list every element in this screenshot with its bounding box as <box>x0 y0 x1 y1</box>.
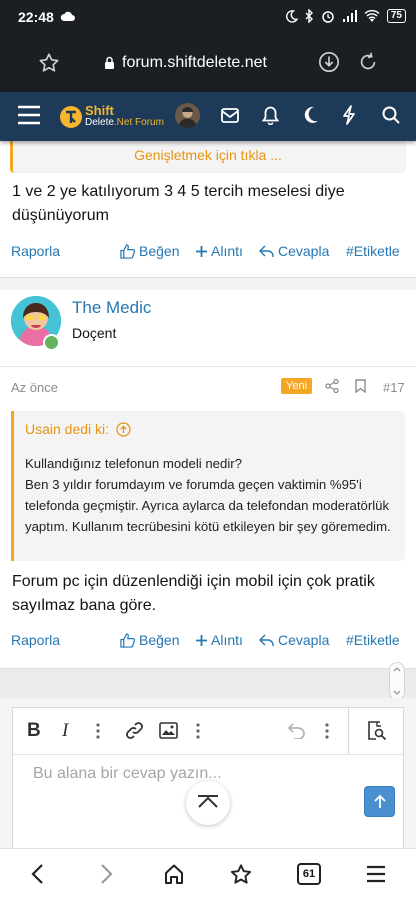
more-tools-icon[interactable] <box>325 723 329 739</box>
reply-button[interactable]: Cevapla <box>259 243 329 259</box>
home-icon[interactable] <box>163 863 185 885</box>
signal-icon <box>342 9 357 23</box>
search-icon[interactable] <box>382 106 400 124</box>
browser-url-bar: forum.shiftdelete.net <box>0 34 416 92</box>
user-avatar[interactable] <box>175 103 200 128</box>
thumbs-up-icon <box>120 243 135 259</box>
post-author-title: Doçent <box>72 325 117 341</box>
post-body: Forum pc için düzenlendiği için mobil iç… <box>12 573 375 614</box>
previous-post-body: 1 ve 2 ye katılıyorum 3 4 5 tercih mesel… <box>12 183 345 224</box>
scroll-nav-button[interactable] <box>389 662 405 700</box>
preview-toggle[interactable] <box>348 707 404 755</box>
plus-icon <box>196 245 207 257</box>
back-icon[interactable] <box>30 863 44 885</box>
expand-quote-link[interactable]: Genişletmek için tıkla ... <box>0 147 416 163</box>
shiftdelete-logo-icon[interactable] <box>60 106 82 128</box>
dark-mode-icon[interactable] <box>302 106 319 124</box>
cloud-icon <box>60 11 75 22</box>
chevron-up-icon <box>198 795 218 808</box>
logo-subtext: Delete.Net Forum <box>85 117 164 128</box>
reply-icon <box>259 634 274 646</box>
logo-text: Shift <box>85 103 114 118</box>
report-link[interactable]: Raporla <box>11 632 60 648</box>
tag-button[interactable]: #Etiketle <box>346 632 400 648</box>
browser-bottom-nav: 61 <box>0 848 416 900</box>
lock-icon <box>104 56 115 70</box>
reload-icon[interactable] <box>357 51 379 73</box>
post-author-name[interactable]: The Medic <box>72 298 151 318</box>
wifi-icon <box>364 9 380 23</box>
browser-menu-icon[interactable] <box>366 865 386 883</box>
status-bar: 22:48 75 <box>0 0 416 34</box>
bluetooth-icon <box>305 9 314 23</box>
more-insert-icon[interactable] <box>196 723 200 739</box>
status-icons: 75 <box>285 9 406 23</box>
post-separator <box>0 277 416 291</box>
quote-author[interactable]: Usain dedi ki: <box>25 421 131 437</box>
whats-new-icon[interactable] <box>342 105 356 125</box>
post-number[interactable]: #17 <box>383 380 405 395</box>
undo-icon[interactable] <box>287 722 306 739</box>
reply-icon <box>259 245 274 257</box>
address-field[interactable]: forum.shiftdelete.net <box>104 54 267 72</box>
favorites-icon[interactable] <box>229 863 253 886</box>
image-icon[interactable] <box>159 722 178 739</box>
previous-post-actions: Raporla Beğen Alıntı Cevapla #Etiketle <box>0 243 416 263</box>
quote-button[interactable]: Alıntı <box>196 632 243 648</box>
editor-toolbar <box>12 707 404 755</box>
bookmark-icon[interactable] <box>355 379 366 393</box>
more-options-icon[interactable] <box>96 723 100 739</box>
arrow-up-icon <box>374 794 386 808</box>
plus-icon <box>196 634 207 646</box>
download-icon[interactable] <box>318 51 340 73</box>
tag-button[interactable]: #Etiketle <box>346 243 400 259</box>
thumbs-up-icon <box>120 632 135 648</box>
moon-icon <box>285 9 298 23</box>
italic-icon[interactable]: I <box>62 720 68 742</box>
post-user-header <box>0 290 416 364</box>
arrow-up-circle-icon <box>116 421 131 437</box>
preview-icon <box>368 721 387 741</box>
bold-icon[interactable]: B <box>27 720 41 742</box>
alarm-icon <box>321 9 335 23</box>
online-status-badge <box>43 334 60 351</box>
like-button[interactable]: Beğen <box>120 243 179 259</box>
report-link[interactable]: Raporla <box>11 243 60 259</box>
like-button[interactable]: Beğen <box>120 632 179 648</box>
reply-input[interactable]: Bu alana bir cevap yazın... <box>33 765 222 783</box>
quote-button[interactable]: Alıntı <box>196 243 243 259</box>
new-badge: Yeni <box>281 378 313 394</box>
reply-button[interactable]: Cevapla <box>259 632 329 648</box>
post-time[interactable]: Az önce <box>11 380 58 395</box>
scroll-top-button[interactable] <box>186 781 230 825</box>
inbox-icon[interactable] <box>221 108 239 123</box>
tabs-icon[interactable]: 61 <box>297 863 321 885</box>
forward-icon[interactable] <box>100 863 114 885</box>
battery-icon: 75 <box>386 9 406 23</box>
bell-icon[interactable] <box>262 106 279 125</box>
thread-end-bar <box>0 668 416 698</box>
bookmark-star-icon[interactable] <box>38 52 60 74</box>
post-reply-button[interactable] <box>364 786 395 817</box>
link-icon[interactable] <box>125 721 144 740</box>
url-text: forum.shiftdelete.net <box>122 54 267 71</box>
menu-icon[interactable] <box>17 105 41 125</box>
post-meta-bar: Az önce Yeni #17 <box>0 366 416 406</box>
quote-text: Kullandığınız telefonun modeli nedir? Be… <box>25 456 391 534</box>
status-time: 22:48 <box>18 9 54 25</box>
share-icon[interactable] <box>325 379 339 393</box>
post-actions: Raporla Beğen Alıntı Cevapla #Etiketle <box>0 632 416 652</box>
